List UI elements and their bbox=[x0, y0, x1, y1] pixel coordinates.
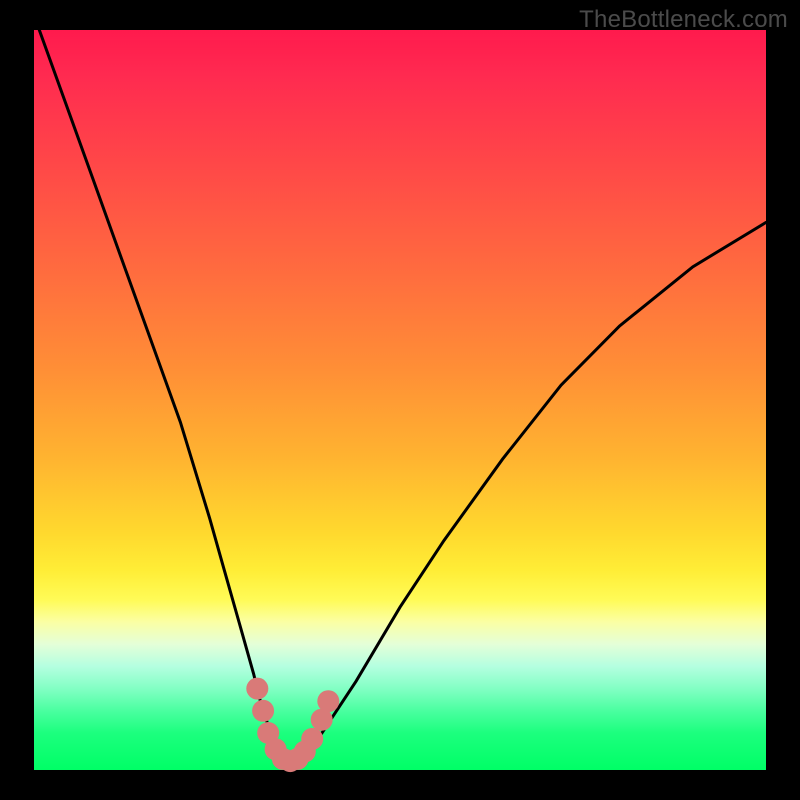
outer-frame: TheBottleneck.com bbox=[0, 0, 800, 800]
curve-markers bbox=[246, 678, 339, 773]
curve-group bbox=[34, 15, 766, 762]
bottleneck-curve-path bbox=[34, 15, 766, 762]
curve-marker bbox=[246, 678, 268, 700]
bottleneck-chart bbox=[34, 30, 766, 770]
curve-marker bbox=[317, 690, 339, 712]
curve-marker bbox=[301, 728, 323, 750]
curve-marker bbox=[252, 700, 274, 722]
